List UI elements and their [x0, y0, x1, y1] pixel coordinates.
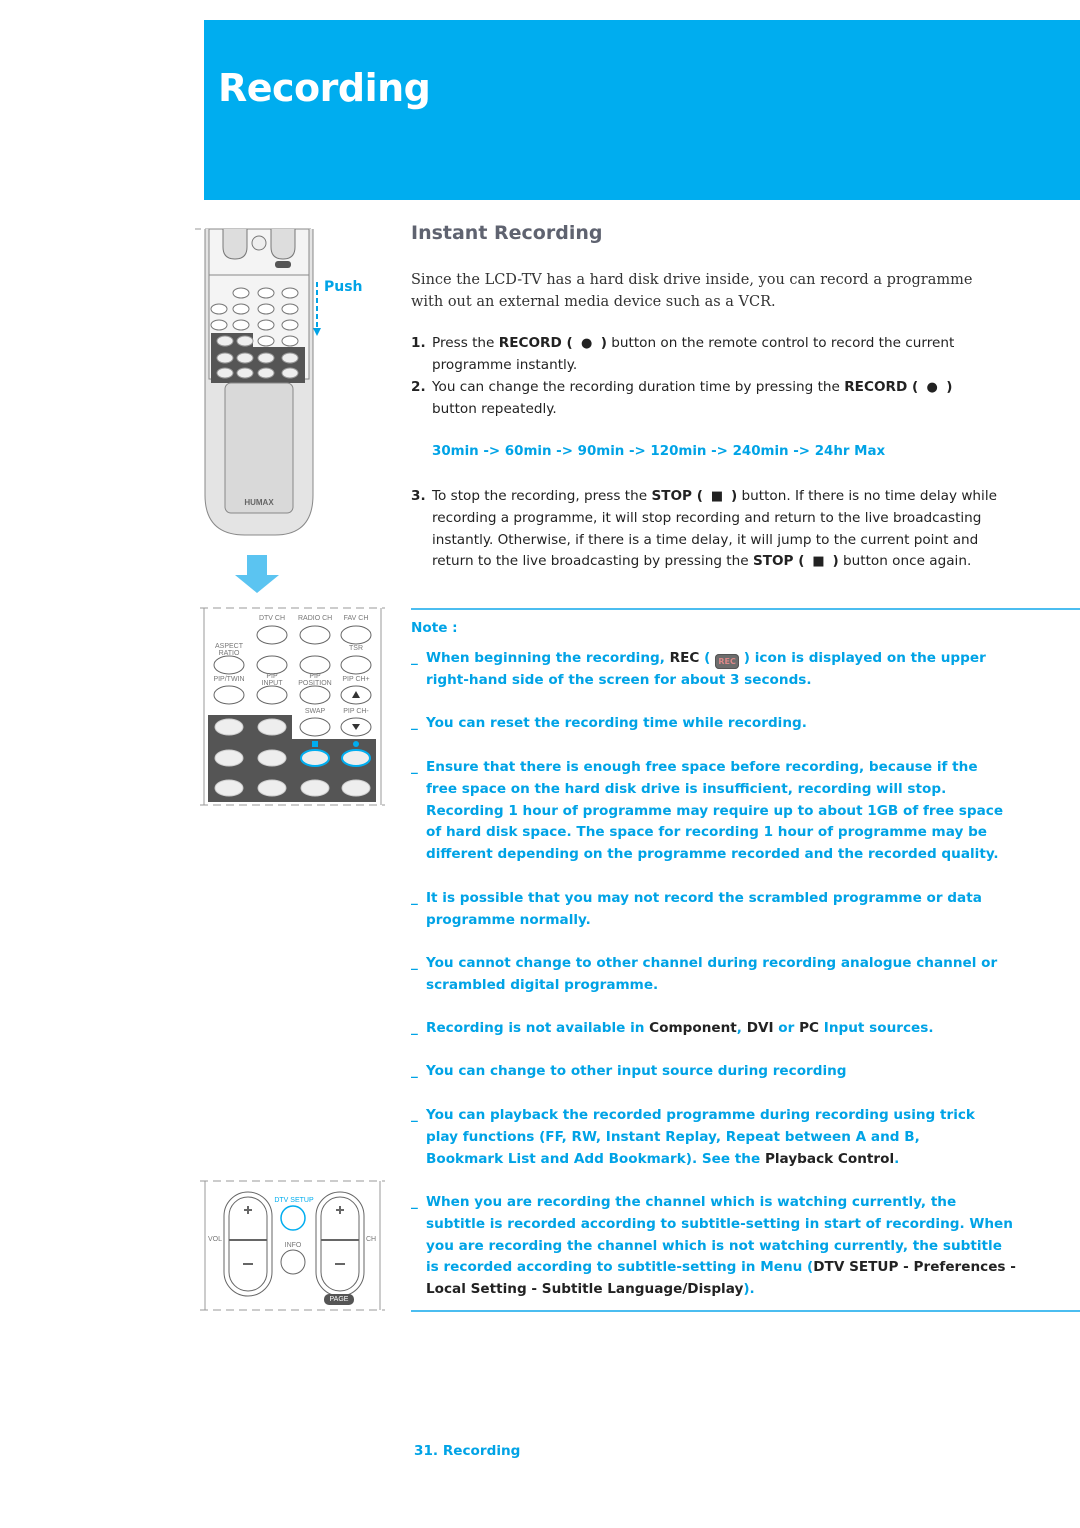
- intro-paragraph: Since the LCD-TV has a hard disk drive i…: [411, 272, 973, 310]
- rec-icon: REC: [715, 654, 740, 669]
- page-title: Recording: [218, 66, 431, 110]
- button-label: PIP/TWIN: [213, 676, 245, 683]
- step-number: 1.: [411, 335, 426, 351]
- step-2: 2. You can change the recording duration…: [411, 377, 1001, 421]
- note-text: Ensure that there is enough free space b…: [426, 759, 1004, 863]
- duration-sequence: 30min -> 60min -> 90min -> 120min -> 240…: [432, 444, 886, 459]
- note-text: (: [699, 650, 716, 666]
- step-1: 1. Press the RECORD (●) button on the re…: [411, 333, 971, 377]
- note-text: You can change to other input source dur…: [426, 1063, 847, 1079]
- divider-top: [411, 608, 1080, 610]
- note-item: _ It is possible that you may not record…: [411, 888, 991, 932]
- playback-control-link[interactable]: Playback Control: [765, 1151, 894, 1167]
- ch-label: CH: [365, 1236, 377, 1243]
- notes-title: Note :: [411, 620, 458, 636]
- bullet: _: [411, 890, 418, 906]
- note-text: You cannot change to other channel durin…: [426, 955, 998, 993]
- note-text: It is possible that you may not record t…: [426, 890, 982, 928]
- stop-icon: ■: [812, 554, 825, 570]
- record-icon: ●: [581, 336, 593, 351]
- rec-keyword: REC: [669, 650, 700, 666]
- vol-label: VOL: [207, 1236, 222, 1243]
- bullet: _: [411, 759, 418, 775]
- divider-bottom: [411, 1310, 1080, 1312]
- button-label: TSR: [349, 645, 363, 652]
- button-label: PIP CH-: [343, 708, 369, 715]
- note-text: .: [894, 1150, 900, 1167]
- bullet: _: [411, 1063, 418, 1079]
- bullet: _: [411, 1194, 418, 1210]
- note-item: _ Recording is not available in Componen…: [411, 1018, 1021, 1040]
- step-3: 3. To stop the recording, press the STOP…: [411, 486, 1011, 573]
- bullet: _: [411, 1107, 418, 1123]
- bullet: _: [411, 1020, 418, 1036]
- note-item: _ You can playback the recorded programm…: [411, 1105, 991, 1170]
- push-arrow-icon: [313, 282, 323, 338]
- step-text: button repeatedly.: [432, 400, 557, 417]
- remote-illustration-buttons: DTV CH RADIO CH FAV CH ASPECT RATIO TSR …: [200, 605, 385, 810]
- note-text: ,: [736, 1020, 747, 1036]
- note-item: _ Ensure that there is enough free space…: [411, 757, 1011, 866]
- button-label: PIP POSITION: [298, 673, 332, 687]
- record-key: RECORD (: [498, 335, 573, 351]
- page-label: PAGE: [329, 1296, 349, 1303]
- section-title: Instant Recording: [411, 222, 603, 244]
- note-item: _ When you are recording the channel whi…: [411, 1192, 1016, 1301]
- remote-illustration-vol-ch: DTV SETUP INFO VOL CH PAGE: [200, 1178, 385, 1313]
- note-item: _ You cannot change to other channel dur…: [411, 953, 1021, 997]
- note-text: Input sources.: [819, 1020, 934, 1036]
- button-label: FAV CH: [343, 615, 369, 622]
- stop-icon: ■: [710, 489, 724, 504]
- bullet: _: [411, 715, 418, 731]
- note-text: Recording is not available in: [426, 1020, 650, 1036]
- step-text: Press the: [432, 335, 499, 351]
- keyword: PC: [799, 1020, 820, 1036]
- stop-key: STOP (: [651, 488, 703, 504]
- button-label: PIP INPUT: [261, 673, 283, 687]
- step-text: You can change the recording duration ti…: [432, 379, 845, 395]
- button-label: PIP CH+: [342, 676, 370, 683]
- step-text: button once again.: [838, 553, 972, 570]
- stop-key: STOP (: [752, 553, 805, 570]
- info-label: INFO: [284, 1242, 302, 1249]
- note-item: _ You can change to other input source d…: [411, 1061, 1021, 1083]
- button-label: RADIO CH: [298, 615, 333, 622]
- page-footer: 31. Recording: [414, 1443, 521, 1459]
- brand-logo: HUMAX: [244, 498, 274, 507]
- step-number: 2.: [411, 379, 426, 395]
- note-item: _ You can reset the recording time while…: [411, 713, 1021, 735]
- record-icon: ●: [926, 380, 938, 395]
- record-key: RECORD (: [844, 379, 919, 395]
- step-text: To stop the recording, press the: [432, 488, 652, 504]
- button-label: ASPECT RATIO: [214, 643, 243, 657]
- bullet: _: [411, 650, 418, 666]
- keyword: Component: [649, 1020, 737, 1036]
- note-text: or: [773, 1020, 800, 1036]
- step-number: 3.: [411, 488, 426, 504]
- note-text: ).: [743, 1281, 755, 1298]
- note-item: _ When beginning the recording, REC ( RE…: [411, 648, 1021, 692]
- note-text: You can reset the recording time while r…: [426, 715, 807, 731]
- header-banner: Recording: [204, 20, 1080, 200]
- dtv-setup-label: DTV SETUP: [274, 1197, 314, 1204]
- note-text: When beginning the recording,: [426, 650, 670, 666]
- button-label: SWAP: [304, 708, 326, 715]
- paren: ): [946, 379, 953, 395]
- bullet: _: [411, 955, 418, 971]
- push-label: Push: [324, 279, 363, 295]
- button-label: DTV CH: [258, 615, 286, 622]
- keyword: DVI: [746, 1020, 774, 1036]
